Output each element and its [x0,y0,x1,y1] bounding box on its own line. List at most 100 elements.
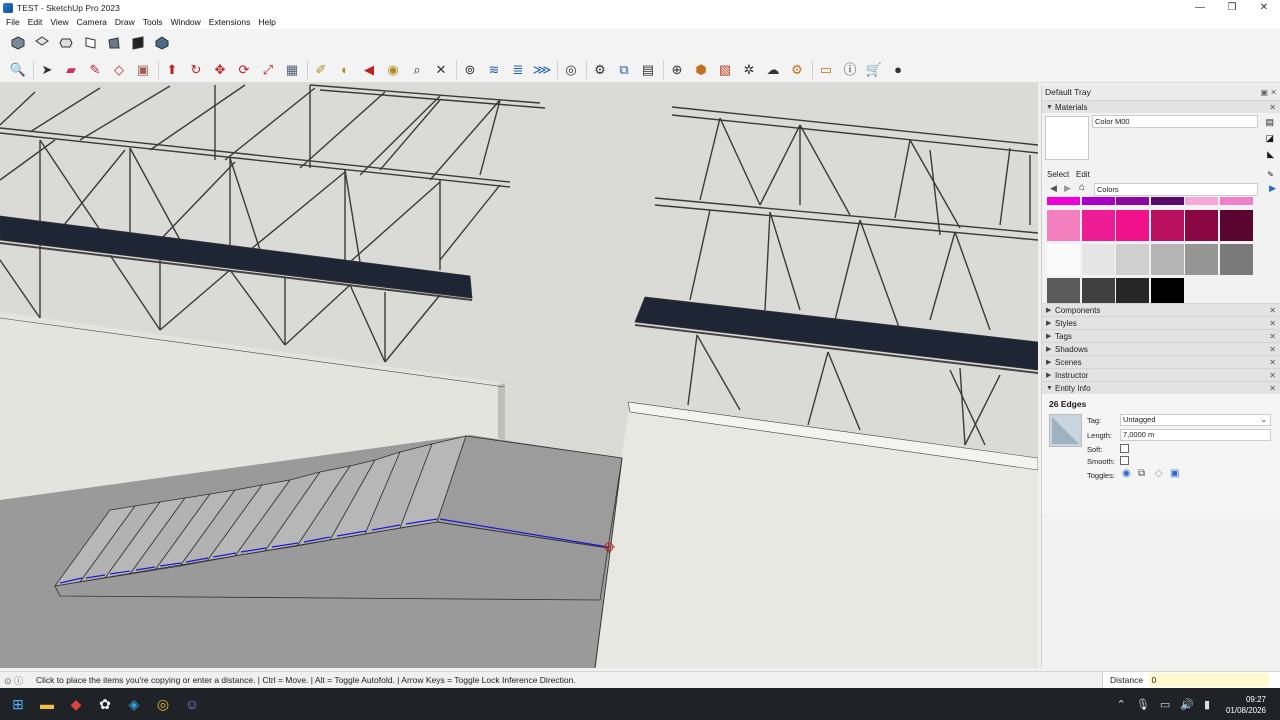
discord-icon[interactable]: ☺ [181,693,203,715]
volume-icon[interactable]: 🔊 [1180,698,1194,711]
top-view-icon[interactable] [33,34,51,52]
material-swatch[interactable] [1116,197,1149,205]
settings-icon[interactable]: ✲ [740,61,758,79]
tags-icon[interactable]: ▤ [639,61,657,79]
taskbar-clock[interactable]: 09:27 01/08/2026 [1226,694,1266,716]
eyedropper-icon[interactable]: ✎ [1267,168,1274,181]
material-swatch[interactable] [1047,244,1080,275]
close-button[interactable]: ✕ [1248,0,1280,15]
back-view-icon[interactable] [105,34,123,52]
menu-tools[interactable]: Tools [139,15,167,29]
menu-draw[interactable]: Draw [111,15,139,29]
profile-icon[interactable]: ● [889,61,907,79]
right-view-icon[interactable] [81,34,99,52]
front-view-icon[interactable] [57,34,75,52]
file-explorer-icon[interactable]: ▬ [36,693,58,715]
microphone-icon[interactable]: 🎙 [1136,698,1150,711]
soft-checkbox[interactable] [1120,444,1129,453]
visibility-toggle-icon[interactable]: ◉ [1122,468,1131,479]
tape-measure-icon[interactable]: ✐ [312,61,330,79]
warehouse-icon[interactable]: ⚙ [591,61,609,79]
left-view-icon[interactable] [129,34,147,52]
info-icon[interactable]: ⓘ [841,61,859,79]
length-field[interactable]: 7,0000 m [1120,429,1271,441]
components-icon[interactable]: ⧉ [615,61,633,79]
material-swatch[interactable] [1116,278,1149,303]
material-swatch[interactable] [1150,278,1184,303]
scenes-panel-header[interactable]: ▶ Scenes ✕ [1042,355,1280,368]
tab-select[interactable]: Select [1047,168,1069,181]
menu-view[interactable]: View [46,15,72,29]
chevron-up-icon[interactable]: ⌃ [1117,698,1126,711]
offset-icon[interactable]: ▦ [283,61,301,79]
material-name-field[interactable]: Color M00 [1092,115,1258,128]
zoom-icon[interactable]: ⌕ [408,61,426,79]
material-swatch[interactable] [1219,197,1253,205]
components-panel-header[interactable]: ▶ Components ✕ [1042,303,1280,316]
hidden-geometry-icon[interactable]: ⋙ [533,61,552,79]
menu-edit[interactable]: Edit [24,15,47,29]
shadow-cast-toggle-icon[interactable]: ⧉ [1138,468,1145,479]
tags-panel-header[interactable]: ▶ Tags ✕ [1042,329,1280,342]
default-material-icon[interactable]: ◪ [1265,133,1274,144]
materials-panel-header[interactable]: ▼ Materials ✕ [1042,100,1280,113]
minimize-button[interactable]: — [1184,0,1216,15]
maximize-button[interactable]: ❐ [1216,0,1248,15]
menu-window[interactable]: Window [167,15,205,29]
section-plane-icon[interactable]: ⊚ [461,61,479,79]
follow-me-icon[interactable]: ↻ [187,61,205,79]
shadow-receive-toggle-icon[interactable]: ◇ [1155,468,1163,479]
sketchup-active-icon[interactable]: ◈ [123,693,145,715]
status-info-icon[interactable]: ⊙ ⓘ [0,674,36,687]
material-swatch[interactable] [1150,210,1184,241]
move-icon[interactable]: ✥ [211,61,229,79]
menu-camera[interactable]: Camera [73,15,111,29]
protractor-icon[interactable]: ◐ [336,61,354,79]
forward-arrow-icon[interactable]: ▶ [1064,183,1071,194]
preferences-icon[interactable]: ⚙ [788,61,806,79]
scenes-icon[interactable]: ▧ [716,61,734,79]
create-material-icon[interactable]: ▤ [1265,117,1274,128]
material-swatch[interactable] [1116,244,1149,275]
material-swatch[interactable] [1047,210,1080,241]
sandbox-icon[interactable]: ≋ [485,61,503,79]
tag-select[interactable]: Untagged ⌄ [1120,414,1271,426]
extensions-icon[interactable]: ⬢ [692,61,710,79]
material-swatch[interactable] [1047,278,1080,303]
material-swatch[interactable] [1081,278,1115,303]
layer-icon[interactable]: ≣ [509,61,527,79]
material-swatch[interactable] [1081,244,1115,275]
material-swatch[interactable] [1081,197,1115,205]
windows-start-icon[interactable]: ⊞ [7,693,29,715]
zoom-extents-icon[interactable]: 🔍 [9,61,27,79]
line-icon[interactable]: ✎ [86,61,104,79]
battery-icon[interactable]: ▮ [1204,698,1210,711]
sketchup-task-icon[interactable]: ◆ [65,693,87,715]
menu-file[interactable]: File [2,15,24,29]
scale-icon[interactable]: ⤢ [259,61,277,79]
chrome-icon[interactable]: ◎ [152,693,174,715]
menu-help[interactable]: Help [254,15,279,29]
sample-paint-icon[interactable]: ◣ [1267,149,1274,160]
cloud-icon[interactable]: ☁ [764,61,782,79]
chatgpt-icon[interactable]: ✿ [94,693,116,715]
select-icon[interactable]: ➤ [38,61,56,79]
zoom-window-icon[interactable]: ✕ [432,61,450,79]
push-pull-icon[interactable]: ⬆ [163,61,181,79]
material-swatch[interactable] [1219,210,1253,241]
material-swatch[interactable] [1150,197,1184,205]
material-swatch[interactable] [1219,244,1253,275]
entity-info-panel-header[interactable]: ▼ Entity Info ✕ [1042,381,1280,394]
paint-bucket-icon[interactable]: ▣ [134,61,152,79]
network-icon[interactable]: ▭ [1160,698,1170,711]
model-viewport[interactable] [0,83,1038,668]
shadows-panel-header[interactable]: ▶ Shadows ✕ [1042,342,1280,355]
shapes-icon[interactable]: ◇ [110,61,128,79]
account-icon[interactable]: ◎ [562,61,580,79]
cart-icon[interactable]: 🛒 [865,61,883,79]
back-arrow-icon[interactable]: ◀ [1050,183,1057,194]
details-arrow-icon[interactable]: ▶ [1269,183,1276,194]
library-select[interactable]: Colors [1094,183,1258,196]
tray-pin-close-icon[interactable]: ▣ ✕ [1261,85,1277,100]
eraser-icon[interactable]: ▰ [62,61,80,79]
